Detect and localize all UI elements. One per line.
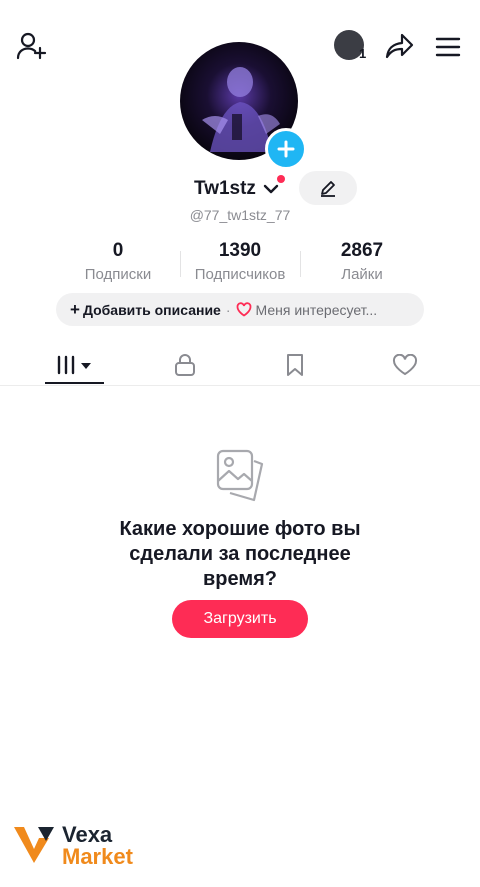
bio-chip[interactable]: + Добавить описание · Меня интересует...: [56, 293, 424, 326]
hamburger-icon: [435, 37, 461, 57]
stat-following[interactable]: 0 Подписки: [48, 240, 188, 283]
tab-liked[interactable]: [350, 345, 460, 385]
stat-value: 0: [112, 240, 124, 261]
upload-button[interactable]: Загрузить: [172, 600, 308, 638]
watermark-vexa: Vexa: [62, 822, 113, 847]
stat-followers[interactable]: 1390 Подписчиков: [170, 240, 310, 283]
vexa-logo: [12, 823, 56, 865]
add-bio-label[interactable]: Добавить описание: [83, 302, 221, 318]
lock-icon: [175, 354, 195, 376]
pencil-icon: [321, 181, 335, 197]
share-button[interactable]: [380, 28, 420, 64]
add-friend-button[interactable]: [12, 28, 52, 64]
active-tab-indicator: [45, 382, 104, 384]
add-bio-plus: +: [70, 299, 80, 319]
profile-name[interactable]: Tw1stz: [194, 178, 256, 200]
add-avatar-button[interactable]: [265, 128, 307, 170]
heart-outline-icon: [236, 302, 252, 317]
grid-icon: [57, 355, 91, 375]
photos-icon: [212, 447, 268, 503]
stat-label: Лайки: [341, 266, 383, 283]
account-alert-dot: [277, 175, 285, 183]
interests-label[interactable]: Меня интересует...: [256, 302, 378, 318]
tab-divider: [0, 385, 480, 386]
plus-icon: [277, 140, 295, 158]
tab-private[interactable]: [130, 345, 240, 385]
chevron-down-icon[interactable]: [262, 180, 280, 198]
person-plus-icon: [16, 32, 47, 60]
stat-value: 1390: [218, 240, 262, 261]
tab-videos[interactable]: [20, 345, 130, 385]
stat-value: 2867: [340, 240, 384, 261]
watermark-market: Market: [62, 844, 133, 869]
empty-state-message: Какие хорошие фото вы сделали за последн…: [119, 518, 361, 590]
heart-icon: [392, 354, 418, 376]
stat-label: Подписчиков: [194, 266, 286, 283]
stat-label: Подписки: [84, 266, 152, 283]
bio-separator: ·: [225, 301, 231, 318]
share-arrow-icon: [385, 33, 414, 59]
edit-profile-button[interactable]: [299, 171, 357, 205]
bookmark-icon: [287, 354, 303, 376]
menu-button[interactable]: [430, 30, 466, 64]
stat-likes[interactable]: 2867 Лайки: [292, 240, 432, 283]
notifications-button[interactable]: 1: [334, 30, 368, 64]
tab-saved[interactable]: [240, 345, 350, 385]
profile-handle: @77_tw1stz_77: [189, 207, 291, 223]
notification-count: 1: [359, 46, 367, 61]
